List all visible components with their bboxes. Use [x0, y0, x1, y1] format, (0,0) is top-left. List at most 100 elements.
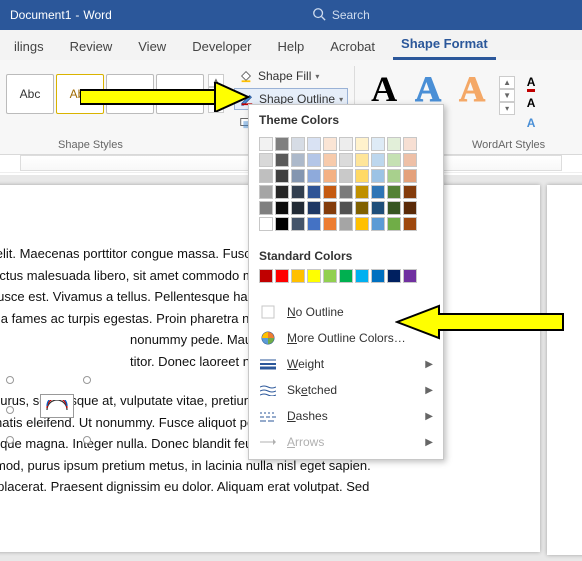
- color-swatch[interactable]: [323, 201, 337, 215]
- color-swatch[interactable]: [403, 153, 417, 167]
- weight-item[interactable]: Weight ▶: [249, 351, 443, 377]
- sketched-item[interactable]: Sketched ▶: [249, 377, 443, 403]
- color-swatch[interactable]: [403, 169, 417, 183]
- color-swatch[interactable]: [387, 185, 401, 199]
- color-swatch[interactable]: [307, 169, 321, 183]
- resize-handle[interactable]: [83, 436, 91, 444]
- color-swatch[interactable]: [291, 185, 305, 199]
- color-swatch[interactable]: [355, 137, 369, 151]
- color-swatch[interactable]: [355, 201, 369, 215]
- body-text: est in nunc commodo placerat. Praesent d…: [0, 478, 510, 496]
- color-swatch[interactable]: [403, 137, 417, 151]
- shape-content[interactable]: [40, 394, 74, 418]
- color-swatch[interactable]: [403, 217, 417, 231]
- color-swatch[interactable]: [355, 185, 369, 199]
- color-swatch[interactable]: [339, 217, 353, 231]
- color-swatch[interactable]: [291, 217, 305, 231]
- shape-style-1[interactable]: Abc: [6, 74, 54, 114]
- color-swatch[interactable]: [307, 153, 321, 167]
- color-swatch[interactable]: [403, 269, 417, 283]
- color-swatch[interactable]: [403, 201, 417, 215]
- color-swatch[interactable]: [371, 217, 385, 231]
- color-swatch[interactable]: [387, 169, 401, 183]
- color-swatch[interactable]: [371, 269, 385, 283]
- wordart-style-3[interactable]: A: [453, 68, 491, 110]
- color-swatch[interactable]: [323, 137, 337, 151]
- color-swatch[interactable]: [355, 269, 369, 283]
- color-swatch[interactable]: [387, 217, 401, 231]
- color-swatch[interactable]: [275, 269, 289, 283]
- color-swatch[interactable]: [259, 153, 273, 167]
- theme-colors-grid: [249, 133, 443, 241]
- color-swatch[interactable]: [275, 185, 289, 199]
- color-swatch[interactable]: [371, 137, 385, 151]
- color-swatch[interactable]: [275, 153, 289, 167]
- gallery-down-button[interactable]: ▼: [499, 89, 515, 102]
- tab-view[interactable]: View: [130, 35, 174, 60]
- color-swatch[interactable]: [275, 217, 289, 231]
- resize-handle[interactable]: [6, 436, 14, 444]
- color-swatch[interactable]: [259, 169, 273, 183]
- tab-acrobat[interactable]: Acrobat: [322, 35, 383, 60]
- color-swatch[interactable]: [307, 217, 321, 231]
- text-fill-button[interactable]: A: [521, 74, 541, 92]
- color-swatch[interactable]: [275, 137, 289, 151]
- color-swatch[interactable]: [323, 269, 337, 283]
- color-swatch[interactable]: [323, 217, 337, 231]
- dashes-item[interactable]: Dashes ▶: [249, 403, 443, 429]
- text-outline-button[interactable]: A: [521, 94, 541, 112]
- color-swatch[interactable]: [275, 201, 289, 215]
- color-swatch[interactable]: [259, 269, 273, 283]
- color-swatch[interactable]: [291, 137, 305, 151]
- tab-developer[interactable]: Developer: [184, 35, 259, 60]
- color-swatch[interactable]: [387, 269, 401, 283]
- color-swatch[interactable]: [307, 201, 321, 215]
- color-swatch[interactable]: [307, 137, 321, 151]
- tab-shape-format[interactable]: Shape Format: [393, 32, 496, 60]
- color-swatch[interactable]: [339, 269, 353, 283]
- color-swatch[interactable]: [403, 185, 417, 199]
- color-swatch[interactable]: [355, 153, 369, 167]
- color-swatch[interactable]: [259, 137, 273, 151]
- color-swatch[interactable]: [371, 185, 385, 199]
- color-swatch[interactable]: [371, 153, 385, 167]
- search-box[interactable]: Search: [312, 7, 370, 24]
- color-swatch[interactable]: [355, 217, 369, 231]
- color-swatch[interactable]: [339, 137, 353, 151]
- resize-handle[interactable]: [6, 406, 14, 414]
- color-swatch[interactable]: [291, 201, 305, 215]
- color-swatch[interactable]: [291, 153, 305, 167]
- color-swatch[interactable]: [355, 169, 369, 183]
- tab-help[interactable]: Help: [269, 35, 312, 60]
- color-swatch[interactable]: [339, 169, 353, 183]
- color-swatch[interactable]: [323, 185, 337, 199]
- weight-icon: [259, 358, 277, 370]
- resize-handle[interactable]: [83, 376, 91, 384]
- gallery-up-button[interactable]: ▲: [499, 76, 515, 89]
- text-effects-button[interactable]: A: [521, 114, 541, 132]
- color-swatch[interactable]: [291, 169, 305, 183]
- color-swatch[interactable]: [291, 269, 305, 283]
- color-swatch[interactable]: [339, 153, 353, 167]
- color-swatch[interactable]: [323, 169, 337, 183]
- color-swatch[interactable]: [259, 185, 273, 199]
- color-swatch[interactable]: [339, 185, 353, 199]
- color-swatch[interactable]: [259, 201, 273, 215]
- color-swatch[interactable]: [387, 201, 401, 215]
- color-swatch[interactable]: [275, 169, 289, 183]
- color-swatch[interactable]: [371, 169, 385, 183]
- selected-shape[interactable]: [10, 380, 87, 440]
- tab-review[interactable]: Review: [62, 35, 121, 60]
- color-swatch[interactable]: [323, 153, 337, 167]
- color-swatch[interactable]: [339, 201, 353, 215]
- color-swatch[interactable]: [387, 153, 401, 167]
- shape-fill-button[interactable]: Shape Fill ▾: [234, 66, 348, 86]
- tab-mailings[interactable]: ilings: [6, 35, 52, 60]
- color-swatch[interactable]: [259, 217, 273, 231]
- gallery-more-button[interactable]: ▾: [499, 102, 515, 115]
- color-swatch[interactable]: [371, 201, 385, 215]
- color-swatch[interactable]: [307, 185, 321, 199]
- color-swatch[interactable]: [307, 269, 321, 283]
- color-swatch[interactable]: [387, 137, 401, 151]
- resize-handle[interactable]: [6, 376, 14, 384]
